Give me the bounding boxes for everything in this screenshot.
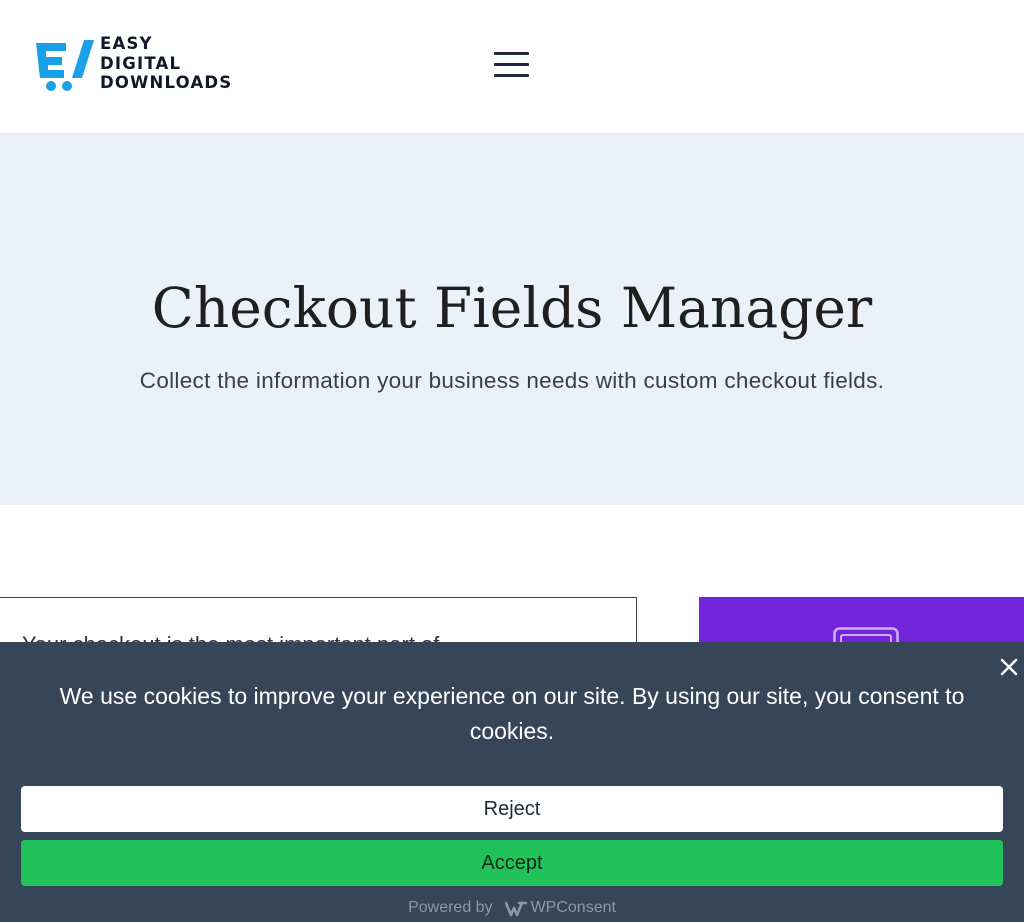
page-subtitle: Collect the information your business ne… <box>139 368 885 393</box>
powered-by[interactable]: Powered by WPConsent <box>0 899 1024 917</box>
cookie-banner: We use cookies to improve your experienc… <box>0 642 1024 922</box>
page-title: Checkout Fields Manager <box>151 276 873 340</box>
cart-icon <box>36 40 94 92</box>
site-logo[interactable]: EASY DIGITAL DOWNLOADS <box>34 34 232 93</box>
hero-section: Checkout Fields Manager Collect the info… <box>0 133 1024 505</box>
logo-wordmark: EASY DIGITAL DOWNLOADS <box>100 34 232 93</box>
menu-bar <box>494 52 529 55</box>
site-header: EASY DIGITAL DOWNLOADS <box>0 0 1024 133</box>
wpconsent-brand: WPConsent <box>530 899 616 916</box>
hamburger-menu-icon[interactable] <box>492 50 532 80</box>
wpconsent-logo-icon <box>504 901 527 917</box>
close-icon[interactable] <box>995 653 1023 681</box>
menu-bar <box>494 74 529 77</box>
powered-by-label: Powered by <box>408 899 493 916</box>
cookie-message: We use cookies to improve your experienc… <box>59 683 965 744</box>
logo-line: EASY <box>100 34 153 53</box>
reject-button[interactable]: Reject <box>21 786 1003 832</box>
logo-line: DOWNLOADS <box>100 73 233 92</box>
menu-bar <box>494 63 529 66</box>
accept-button[interactable]: Accept <box>21 840 1003 886</box>
logo-line: DIGITAL <box>100 53 182 73</box>
